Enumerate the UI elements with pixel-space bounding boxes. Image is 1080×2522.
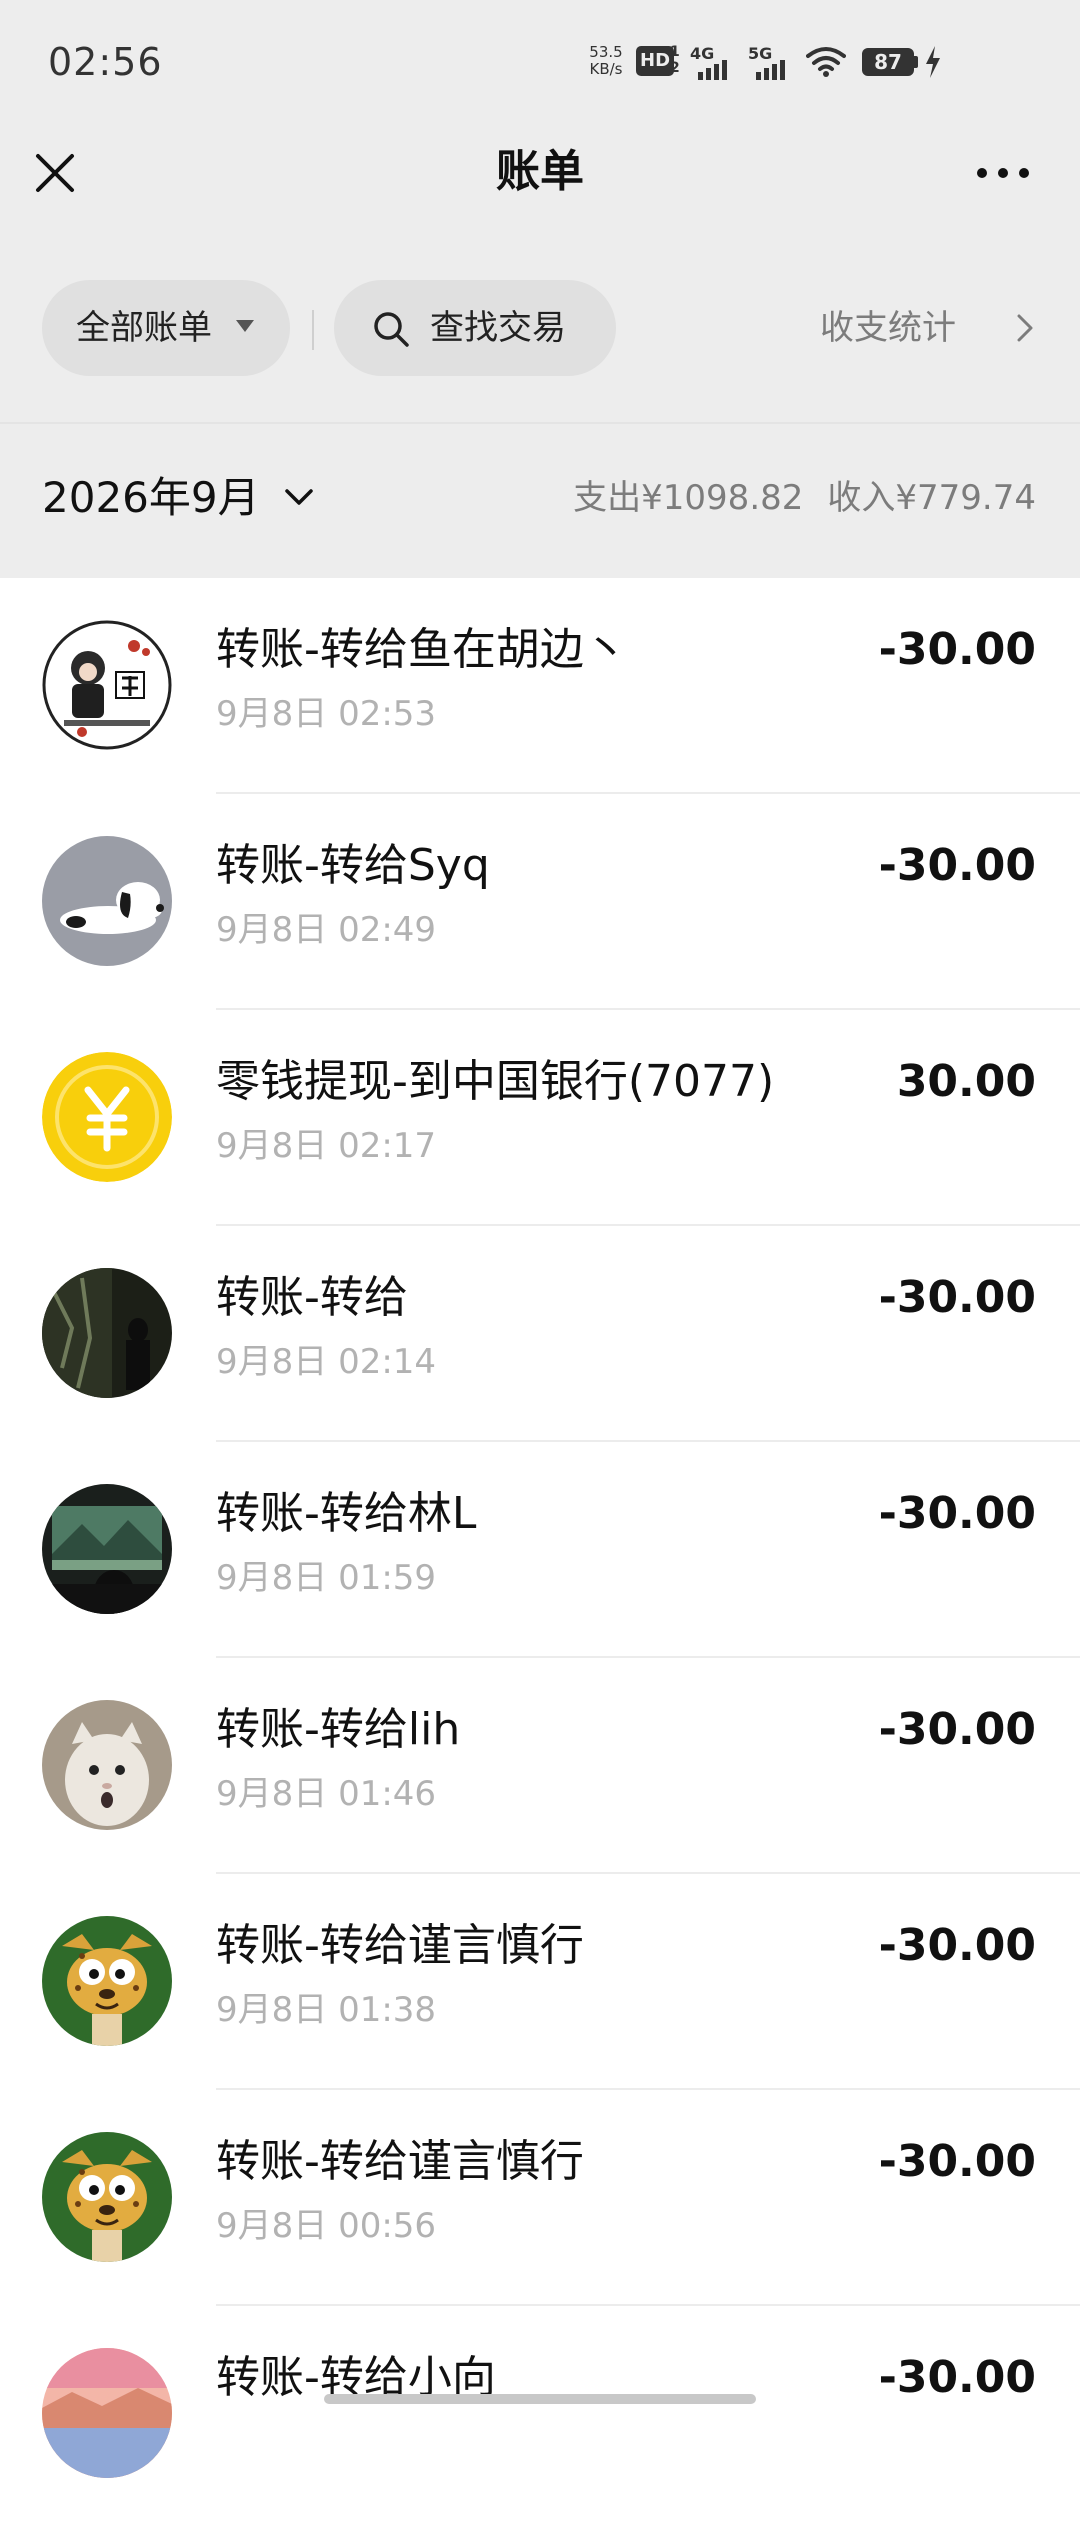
transaction-amount: -30.00 xyxy=(878,624,1036,675)
transaction-row[interactable]: 零钱提现-到中国银行(7077) 9月8日 02:17 30.00 xyxy=(0,1010,1080,1226)
hd-voice-icon: HD xyxy=(636,46,675,76)
month-selector[interactable]: 2026年9月 xyxy=(42,468,260,528)
transaction-time: 9月8日 01:38 xyxy=(216,1990,437,2030)
signal-bars-icon xyxy=(756,60,785,80)
hu-calligraphy-avatar xyxy=(42,620,172,750)
all-bills-filter-button[interactable]: 全部账单 xyxy=(42,280,290,376)
stats-link-label: 收支统计 xyxy=(820,308,956,348)
chevron-down-icon[interactable] xyxy=(284,488,314,508)
chevron-right-icon xyxy=(1017,314,1033,342)
transaction-time: 9月8日 00:56 xyxy=(216,2206,437,2246)
transaction-time: 9月8日 01:46 xyxy=(216,1774,437,1814)
transaction-row[interactable]: 转账-转给lih 9月8日 01:46 -30.00 xyxy=(0,1658,1080,1874)
search-transactions-button[interactable]: 查找交易 xyxy=(334,280,616,376)
transaction-amount: -30.00 xyxy=(878,840,1036,891)
dark-scene-avatar xyxy=(42,1268,172,1398)
all-bills-filter-label: 全部账单 xyxy=(76,308,212,348)
home-indicator[interactable] xyxy=(324,2394,756,2404)
search-transactions-label: 查找交易 xyxy=(430,308,566,348)
snoopy-avatar xyxy=(42,836,172,966)
transaction-amount: -30.00 xyxy=(878,2352,1036,2403)
white-cat-avatar xyxy=(42,1700,172,1830)
transaction-title: 转账-转给Syq xyxy=(216,840,490,891)
status-bar: 02:56 53.5 KB/s HD 1 2 4G 5G 87 xyxy=(0,0,1080,130)
search-icon xyxy=(374,312,409,347)
network-speed: 53.5 KB/s xyxy=(580,44,632,78)
transaction-row[interactable]: 转账-转给谨言慎行 9月8日 01:38 -30.00 xyxy=(0,1874,1080,2090)
transaction-title: 转账-转给 xyxy=(216,1272,408,1323)
transaction-title: 转账-转给谨言慎行 xyxy=(216,2136,584,2187)
signal-bars-icon xyxy=(698,60,727,80)
battery-tip xyxy=(914,56,918,68)
page-title: 账单 xyxy=(496,146,584,197)
network-speed-value: 53.5 xyxy=(589,43,623,61)
yuan-coin-icon xyxy=(42,1052,172,1182)
month-expense-summary: 支出¥1098.82 xyxy=(573,478,804,518)
transaction-time: 9月8日 01:59 xyxy=(216,1558,437,1598)
transaction-amount: -30.00 xyxy=(878,1488,1036,1539)
filter-divider xyxy=(312,310,314,350)
status-time: 02:56 xyxy=(48,40,163,84)
transaction-amount: -30.00 xyxy=(878,2136,1036,2187)
transaction-time: 9月8日 02:14 xyxy=(216,1342,437,1382)
wifi-icon xyxy=(806,47,846,77)
section-divider xyxy=(0,422,1080,424)
transaction-row[interactable]: 转账-转给谨言慎行 9月8日 00:56 -30.00 xyxy=(0,2090,1080,2306)
month-income-summary: 收入¥779.74 xyxy=(827,478,1036,518)
battery-icon: 87 xyxy=(862,48,914,76)
more-options-icon[interactable] xyxy=(974,150,1032,196)
cartoon-leopard-avatar xyxy=(42,1916,172,2046)
income-expense-stats-link[interactable]: 收支统计 xyxy=(820,280,1033,376)
landscape-avatar xyxy=(42,1484,172,1614)
transaction-row[interactable]: 转账-转给 9月8日 02:14 -30.00 xyxy=(0,1226,1080,1442)
transaction-time: 9月8日 02:53 xyxy=(216,694,437,734)
transaction-amount: 30.00 xyxy=(896,1056,1036,1107)
transaction-title: 转账-转给林L xyxy=(216,1488,477,1539)
transaction-row[interactable]: 转账-转给小向 -30.00 xyxy=(0,2306,1080,2522)
transaction-amount: -30.00 xyxy=(878,1704,1036,1755)
transaction-title: 转账-转给lih xyxy=(216,1704,461,1755)
transaction-amount: -30.00 xyxy=(878,1272,1036,1323)
transaction-time: 9月8日 02:17 xyxy=(216,1126,437,1166)
hd-sim-bottom: 2 xyxy=(670,60,680,76)
transaction-title: 零钱提现-到中国银行(7077) xyxy=(216,1056,775,1107)
transaction-row[interactable]: 转账-转给林L 9月8日 01:59 -30.00 xyxy=(0,1442,1080,1658)
charging-bolt-icon xyxy=(926,46,940,78)
top-header-area: 02:56 53.5 KB/s HD 1 2 4G 5G 87 账单 全部账单 … xyxy=(0,0,1080,578)
network-speed-unit: KB/s xyxy=(589,60,623,78)
transaction-title: 转账-转给鱼在胡边丶 xyxy=(216,624,628,675)
sunset-avatar xyxy=(42,2348,172,2478)
transaction-row[interactable]: 转账-转给Syq 9月8日 02:49 -30.00 xyxy=(0,794,1080,1010)
transaction-title: 转账-转给谨言慎行 xyxy=(216,1920,584,1971)
transaction-amount: -30.00 xyxy=(878,1920,1036,1971)
hd-sim-top: 1 xyxy=(670,44,680,60)
cartoon-leopard-avatar xyxy=(42,2132,172,2262)
month-summary: 支出¥1098.82 收入¥779.74 xyxy=(573,468,1036,528)
transaction-row[interactable]: 转账-转给鱼在胡边丶 9月8日 02:53 -30.00 xyxy=(0,578,1080,794)
transaction-time: 9月8日 02:49 xyxy=(216,910,437,950)
hd-sim-indicator: 1 2 xyxy=(670,44,680,76)
caret-down-icon xyxy=(236,320,254,332)
